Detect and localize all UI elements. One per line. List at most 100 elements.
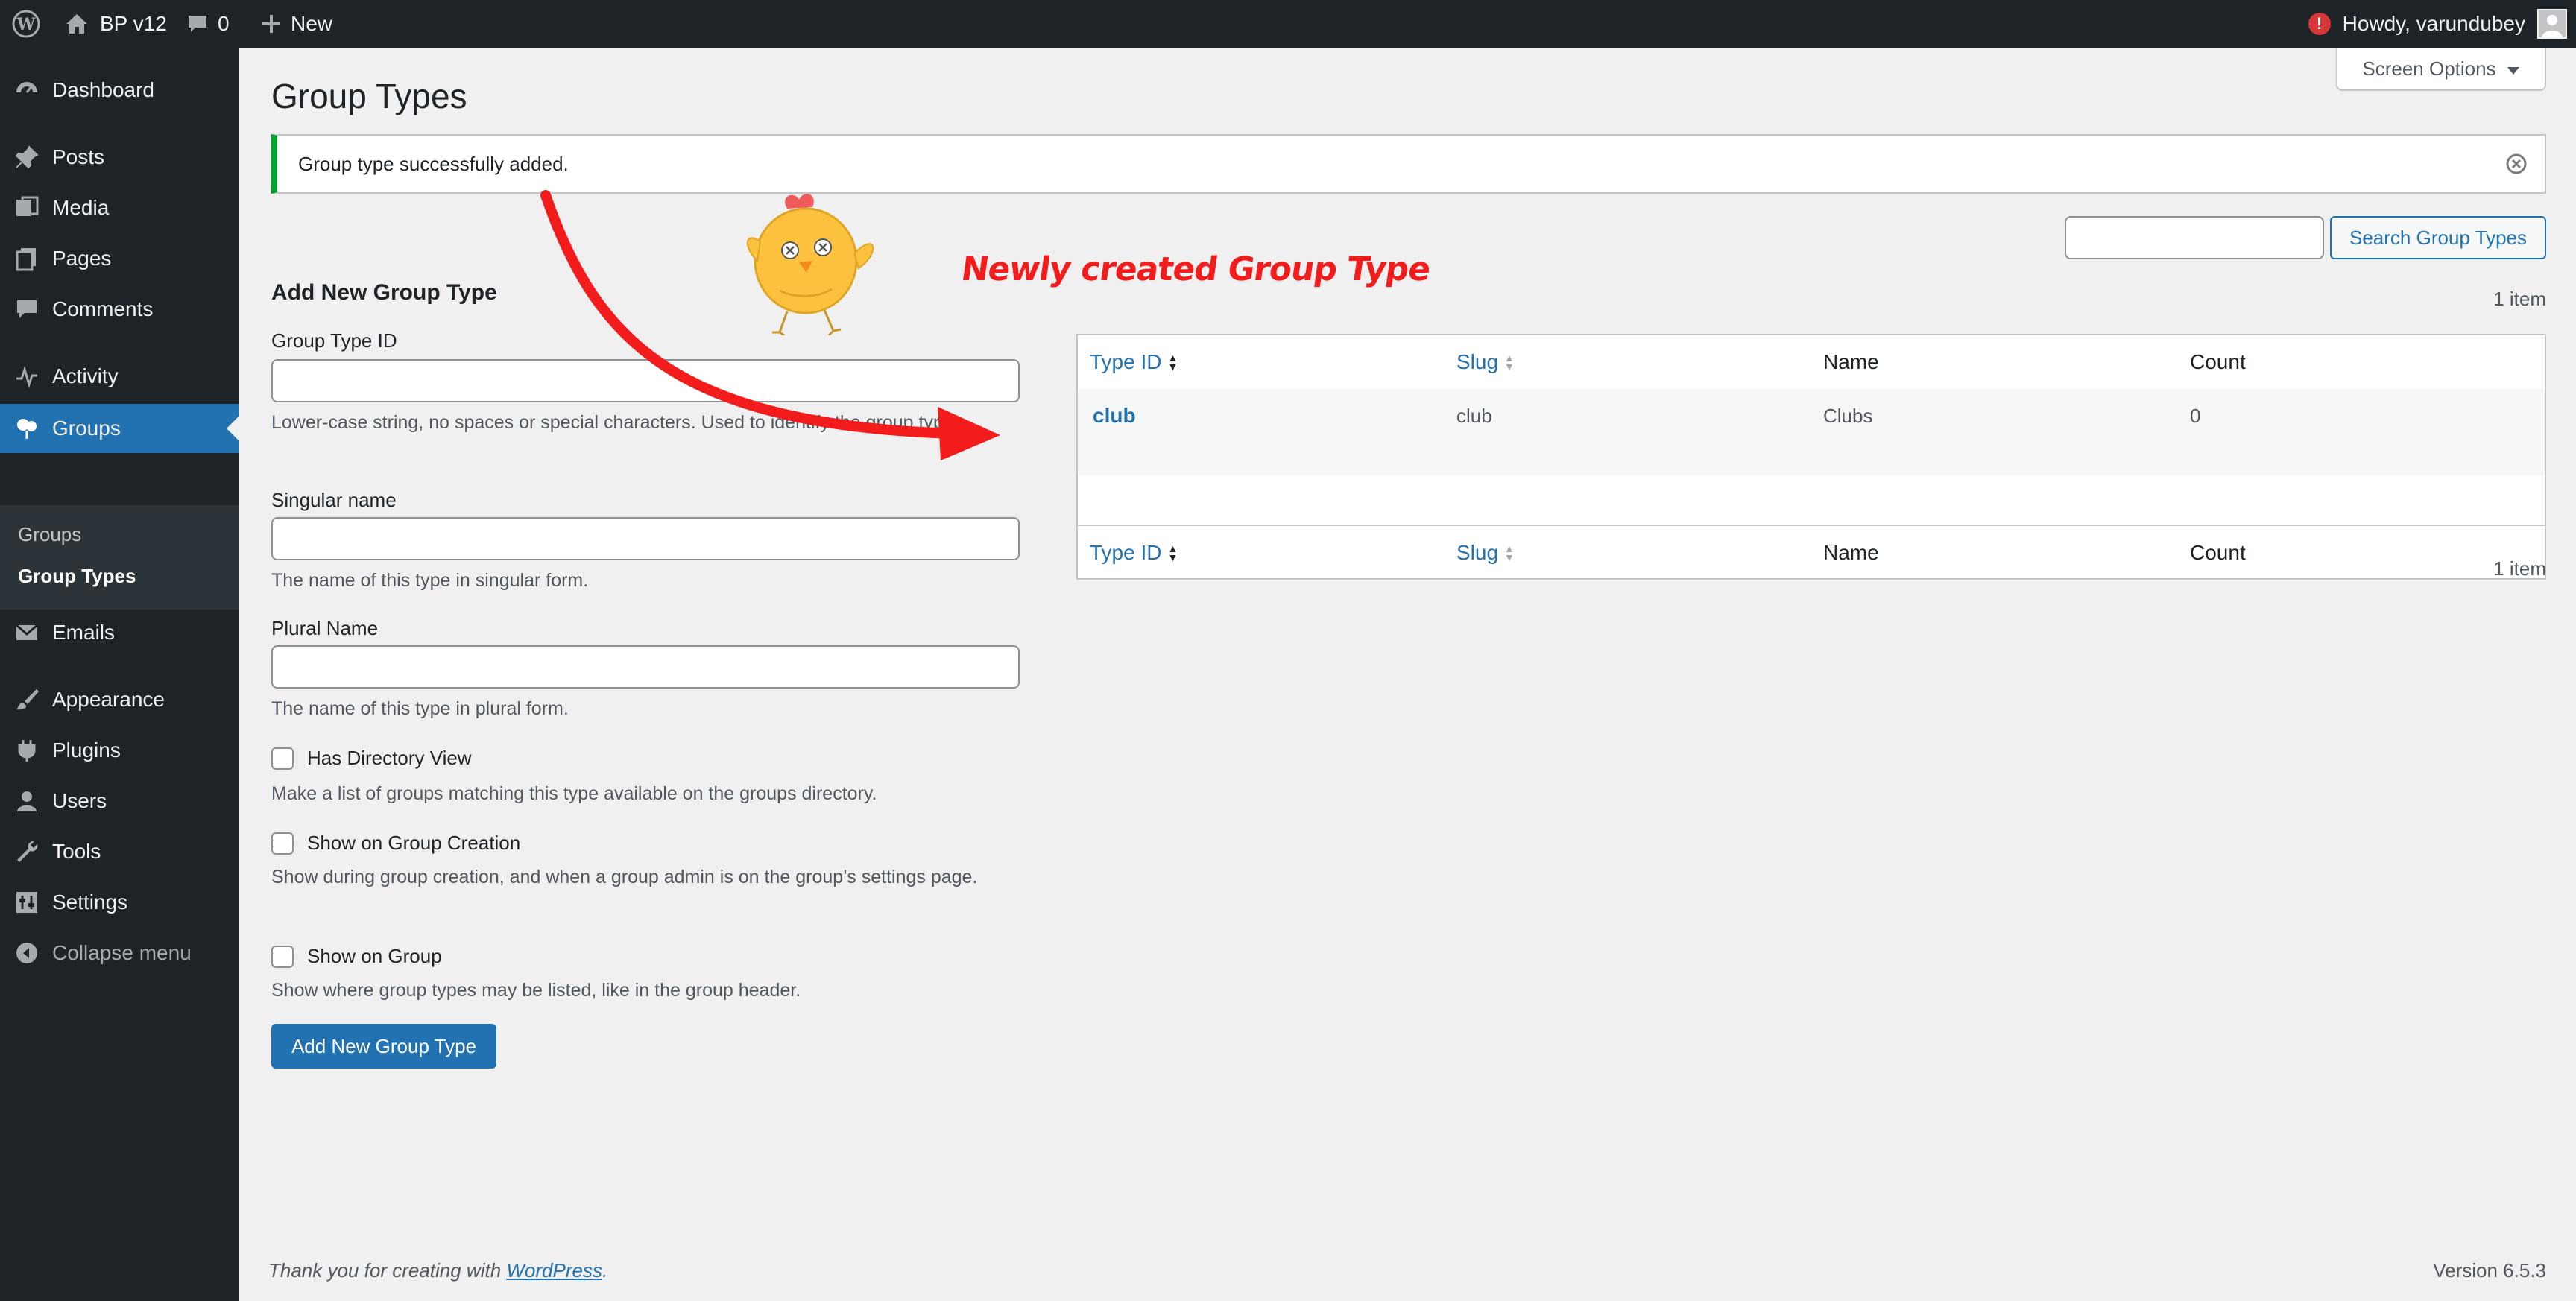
site-name: BP v12 bbox=[100, 12, 167, 35]
type-id-input[interactable] bbox=[271, 359, 1020, 402]
sidebar-item-label: Dashboard bbox=[52, 78, 154, 101]
has-directory-description: Make a list of groups matching this type… bbox=[271, 783, 877, 804]
column-header-type-id[interactable]: Type ID ▲ ▼ bbox=[1090, 335, 1178, 389]
sidebar-item-groups[interactable]: Groups bbox=[0, 404, 239, 453]
my-account[interactable]: ! Howdy, varundubey bbox=[2308, 0, 2567, 48]
howdy-text: Howdy, varundubey bbox=[2342, 12, 2525, 35]
sidebar-item-emails[interactable]: Emails bbox=[0, 608, 239, 657]
search-input[interactable] bbox=[2065, 216, 2324, 259]
search-group-types-button[interactable]: Search Group Types bbox=[2330, 216, 2546, 259]
footer-thanks-suffix: . bbox=[602, 1259, 608, 1282]
table-footer-row: Type ID ▲ ▼ Slug ▲ ▼ Name Count bbox=[1078, 525, 2545, 580]
column-footer-label: Slug bbox=[1456, 541, 1499, 564]
screen-options-button[interactable]: Screen Options bbox=[2336, 48, 2546, 91]
plural-name-description: The name of this type in plural form. bbox=[271, 698, 569, 719]
avatar bbox=[2537, 9, 2567, 39]
sidebar-item-comments[interactable]: Comments bbox=[0, 285, 239, 334]
column-header-name: Name bbox=[1823, 350, 1879, 373]
add-new-group-type-button[interactable]: Add New Group Type bbox=[271, 1024, 496, 1069]
groups-submenu: Groups Group Types bbox=[0, 505, 239, 610]
show-creation-row: Show on Group Creation bbox=[271, 832, 520, 855]
activity-icon bbox=[12, 361, 42, 391]
count-cell: 0 bbox=[2190, 404, 2201, 427]
brush-icon bbox=[12, 685, 42, 715]
new-content-link[interactable]: New bbox=[261, 0, 332, 48]
collapse-icon bbox=[12, 938, 42, 968]
wordpress-link[interactable]: WordPress bbox=[506, 1259, 602, 1282]
sidebar-item-posts[interactable]: Posts bbox=[0, 133, 239, 182]
has-directory-row: Has Directory View bbox=[271, 747, 472, 770]
sort-icon: ▲ ▼ bbox=[1504, 352, 1515, 373]
type-id-description: Lower-case string, no spaces or special … bbox=[271, 412, 959, 433]
slug-cell: club bbox=[1456, 404, 1492, 427]
screen-options-label: Screen Options bbox=[2362, 57, 2496, 80]
submenu-item-groups[interactable]: Groups bbox=[18, 523, 81, 546]
type-id-label: Group Type ID bbox=[271, 329, 397, 352]
footer-thanks: Thank you for creating with WordPress. bbox=[268, 1259, 607, 1282]
show-creation-label: Show on Group Creation bbox=[307, 832, 521, 854]
singular-name-input[interactable] bbox=[271, 517, 1020, 560]
sidebar-item-dashboard[interactable]: Dashboard bbox=[0, 66, 239, 115]
sidebar-item-plugins[interactable]: Plugins bbox=[0, 726, 239, 775]
sort-icon: ▲ ▼ bbox=[1167, 352, 1178, 373]
media-icon bbox=[12, 193, 42, 223]
comment-icon bbox=[186, 13, 209, 35]
column-footer-type-id[interactable]: Type ID ▲ ▼ bbox=[1090, 526, 1178, 580]
sidebar-item-tools[interactable]: Tools bbox=[0, 827, 239, 876]
sidebar-item-label: Tools bbox=[52, 840, 101, 863]
sidebar-item-label: Media bbox=[52, 196, 110, 219]
show-group-checkbox[interactable] bbox=[271, 945, 294, 968]
has-directory-label: Has Directory View bbox=[307, 747, 472, 769]
collapse-menu-button[interactable]: Collapse menu bbox=[0, 928, 239, 978]
chick-mascot-icon bbox=[735, 186, 891, 337]
footer-version: Version 6.5.3 bbox=[2433, 1259, 2546, 1282]
sidebar-item-media[interactable]: Media bbox=[0, 183, 239, 232]
column-footer-count: Count bbox=[2190, 541, 2246, 564]
sort-icon: ▲ ▼ bbox=[1504, 542, 1515, 563]
caret-down-icon bbox=[2507, 57, 2520, 80]
column-footer-slug[interactable]: Slug ▲ ▼ bbox=[1456, 526, 1515, 580]
show-group-description: Show where group types may be listed, li… bbox=[271, 980, 801, 1001]
column-header-slug[interactable]: Slug ▲ ▼ bbox=[1456, 335, 1515, 389]
site-name-link[interactable]: BP v12 bbox=[64, 0, 167, 48]
sidebar-item-users[interactable]: Users bbox=[0, 776, 239, 826]
sidebar-item-label: Groups bbox=[52, 417, 121, 440]
group-types-table: Type ID ▲ ▼ Slug ▲ ▼ Name Count club club … bbox=[1076, 334, 2546, 580]
column-footer-label: Type ID bbox=[1090, 541, 1162, 564]
sidebar-item-label: Posts bbox=[52, 145, 105, 168]
sidebar-item-activity[interactable]: Activity bbox=[0, 352, 239, 401]
sidebar-item-label: Plugins bbox=[52, 738, 121, 762]
form-heading: Add New Group Type bbox=[271, 280, 497, 305]
comment-icon bbox=[12, 294, 42, 324]
page-title: Group Types bbox=[271, 77, 467, 115]
dismiss-icon[interactable] bbox=[2504, 152, 2528, 176]
success-notice: Group type successfully added. bbox=[271, 134, 2546, 194]
sidebar-item-appearance[interactable]: Appearance bbox=[0, 675, 239, 724]
alert-icon[interactable]: ! bbox=[2308, 13, 2331, 35]
collapse-menu-label: Collapse menu bbox=[52, 941, 192, 964]
plural-name-label: Plural Name bbox=[271, 617, 379, 639]
column-header-label: Slug bbox=[1456, 350, 1499, 373]
show-creation-checkbox[interactable] bbox=[271, 832, 294, 855]
new-label: New bbox=[291, 12, 333, 35]
singular-name-label: Singular name bbox=[271, 489, 397, 511]
sidebar-item-pages[interactable]: Pages bbox=[0, 234, 239, 283]
sidebar-item-label: Users bbox=[52, 789, 107, 812]
type-id-link[interactable]: club bbox=[1093, 389, 1136, 443]
sort-icon: ▲ ▼ bbox=[1167, 542, 1178, 563]
comments-link[interactable]: 0 bbox=[186, 0, 230, 48]
show-group-row: Show on Group bbox=[271, 945, 442, 968]
admin-bar: W BP v12 0 New ! Howdy, varundubey bbox=[0, 0, 2576, 48]
mail-icon bbox=[12, 618, 42, 648]
submenu-item-group-types[interactable]: Group Types bbox=[18, 565, 136, 588]
table-header-row: Type ID ▲ ▼ Slug ▲ ▼ Name Count bbox=[1078, 335, 2545, 390]
has-directory-checkbox[interactable] bbox=[271, 747, 294, 770]
sidebar-item-label: Emails bbox=[52, 621, 116, 644]
items-count-bottom: 1 item bbox=[2493, 557, 2546, 580]
sidebar-item-settings[interactable]: Settings bbox=[0, 878, 239, 927]
table-row: club club Clubs 0 bbox=[1078, 389, 2545, 475]
column-header-label: Type ID bbox=[1090, 350, 1162, 373]
wordpress-logo-icon[interactable]: W bbox=[7, 0, 45, 48]
settings-icon bbox=[12, 887, 42, 917]
plural-name-input[interactable] bbox=[271, 645, 1020, 689]
